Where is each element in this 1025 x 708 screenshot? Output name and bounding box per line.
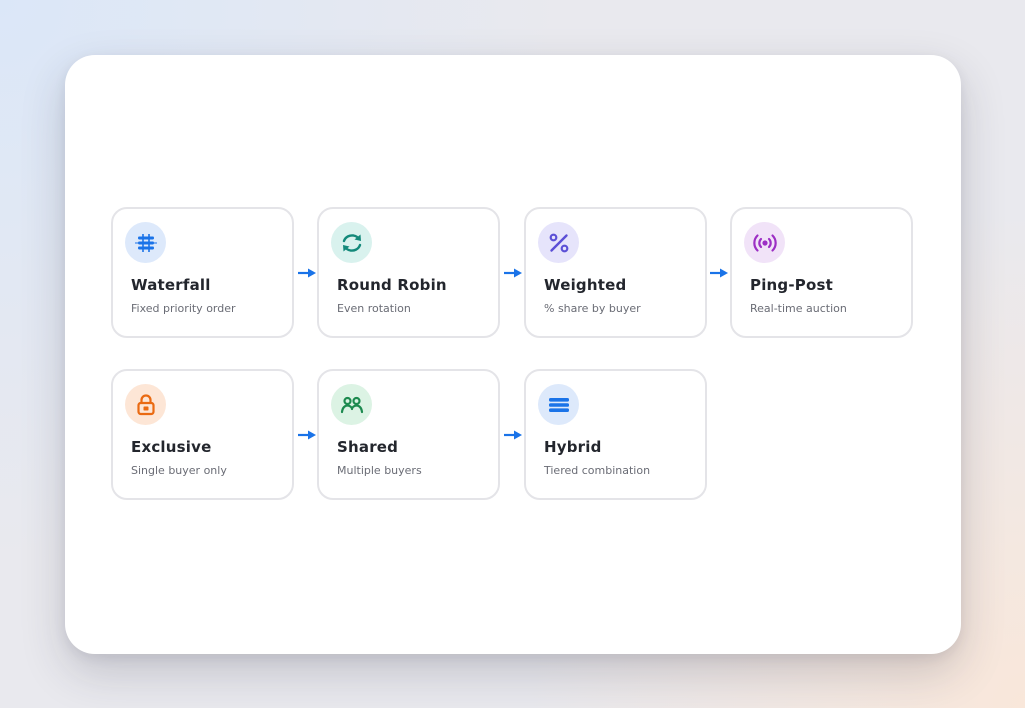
- node-title: Weighted: [544, 276, 627, 294]
- node-subtitle: Fixed priority order: [131, 302, 236, 315]
- node-ping-post: Ping-Post Real-time auction: [730, 207, 913, 338]
- people-icon: [331, 384, 372, 425]
- edge-arrow-round-robin-weighted: [504, 268, 522, 278]
- node-subtitle: Real-time auction: [750, 302, 847, 315]
- node-shared: Shared Multiple buyers: [317, 369, 500, 500]
- node-round-robin: Round Robin Even rotation: [317, 207, 500, 338]
- node-subtitle: Single buyer only: [131, 464, 227, 477]
- node-title: Round Robin: [337, 276, 447, 294]
- diagram-panel: [65, 55, 961, 654]
- node-subtitle: Even rotation: [337, 302, 411, 315]
- edge-arrow-weighted-ping-post: [710, 268, 728, 278]
- node-title: Exclusive: [131, 438, 212, 456]
- percent-icon: [538, 222, 579, 263]
- broadcast-icon: [744, 222, 785, 263]
- node-title: Hybrid: [544, 438, 602, 456]
- layers-icon: [538, 384, 579, 425]
- node-subtitle: Tiered combination: [544, 464, 651, 477]
- edge-arrow-exclusive-shared: [298, 430, 316, 440]
- edge-arrow-shared-hybrid: [504, 430, 522, 440]
- waterfall-icon: [125, 222, 166, 263]
- node-subtitle: % share by buyer: [544, 302, 641, 315]
- rotation-icon: [331, 222, 372, 263]
- node-exclusive: Exclusive Single buyer only: [111, 369, 294, 500]
- edge-arrow-waterfall-round-robin: [298, 268, 316, 278]
- node-title: Waterfall: [131, 276, 211, 294]
- node-hybrid: Hybrid Tiered combination: [524, 369, 707, 500]
- node-subtitle: Multiple buyers: [337, 464, 422, 477]
- node-weighted: Weighted % share by buyer: [524, 207, 707, 338]
- node-title: Ping-Post: [750, 276, 833, 294]
- node-waterfall: Waterfall Fixed priority order: [111, 207, 294, 338]
- lock-icon: [125, 384, 166, 425]
- node-title: Shared: [337, 438, 399, 456]
